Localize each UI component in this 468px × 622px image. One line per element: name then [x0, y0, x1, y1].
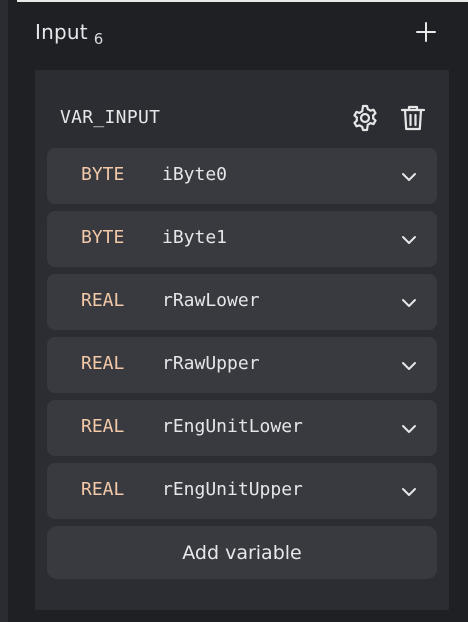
chevron-down-icon[interactable]	[399, 293, 419, 313]
block-settings-button[interactable]	[350, 103, 380, 133]
panel-count-badge: 6	[93, 30, 104, 48]
variable-list: BYTE iByte0 BYTE iByte1 REAL rRawLower R…	[47, 148, 437, 526]
variable-name: rEngUnitUpper	[162, 479, 303, 500]
variable-name: iByte1	[162, 227, 228, 248]
add-variable-button[interactable]: Add variable	[47, 526, 437, 579]
add-input-button[interactable]	[416, 22, 436, 42]
chevron-down-icon[interactable]	[399, 356, 419, 376]
side-scrollbar-strip	[0, 0, 8, 622]
variable-name: rEngUnitLower	[162, 416, 303, 437]
panel-title-label: Input	[35, 20, 88, 44]
chevron-down-icon[interactable]	[399, 230, 419, 250]
chevron-down-icon[interactable]	[399, 419, 419, 439]
variable-name: rRawUpper	[162, 353, 260, 374]
variable-row[interactable]: BYTE iByte0	[47, 148, 437, 204]
panel-header: Input 6	[17, 2, 468, 62]
trash-icon	[400, 105, 426, 131]
chevron-down-icon[interactable]	[399, 482, 419, 502]
block-title: VAR_INPUT	[60, 107, 161, 128]
variable-row[interactable]: REAL rRawUpper	[47, 337, 437, 393]
panel-title: Input 6	[35, 20, 104, 48]
variable-type: BYTE	[81, 227, 125, 248]
variable-row[interactable]: BYTE iByte1	[47, 211, 437, 267]
chevron-down-icon[interactable]	[399, 167, 419, 187]
input-panel: Input 6 VAR_INPUT BYTE iByte0 BYTE iByte…	[0, 0, 468, 622]
variable-row[interactable]: REAL rEngUnitUpper	[47, 463, 437, 519]
variable-type: REAL	[81, 290, 125, 311]
variable-type: REAL	[81, 479, 125, 500]
variable-type: REAL	[81, 353, 125, 374]
variable-type: REAL	[81, 416, 125, 437]
var-input-block: VAR_INPUT BYTE iByte0 BYTE iByte1 REAL r…	[35, 70, 449, 610]
gear-icon	[353, 104, 377, 132]
variable-row[interactable]: REAL rRawLower	[47, 274, 437, 330]
variable-type: BYTE	[81, 164, 125, 185]
plus-icon	[416, 22, 436, 42]
block-delete-button[interactable]	[398, 103, 428, 133]
variable-name: iByte0	[162, 164, 228, 185]
variable-name: rRawLower	[162, 290, 260, 311]
variable-row[interactable]: REAL rEngUnitLower	[47, 400, 437, 456]
